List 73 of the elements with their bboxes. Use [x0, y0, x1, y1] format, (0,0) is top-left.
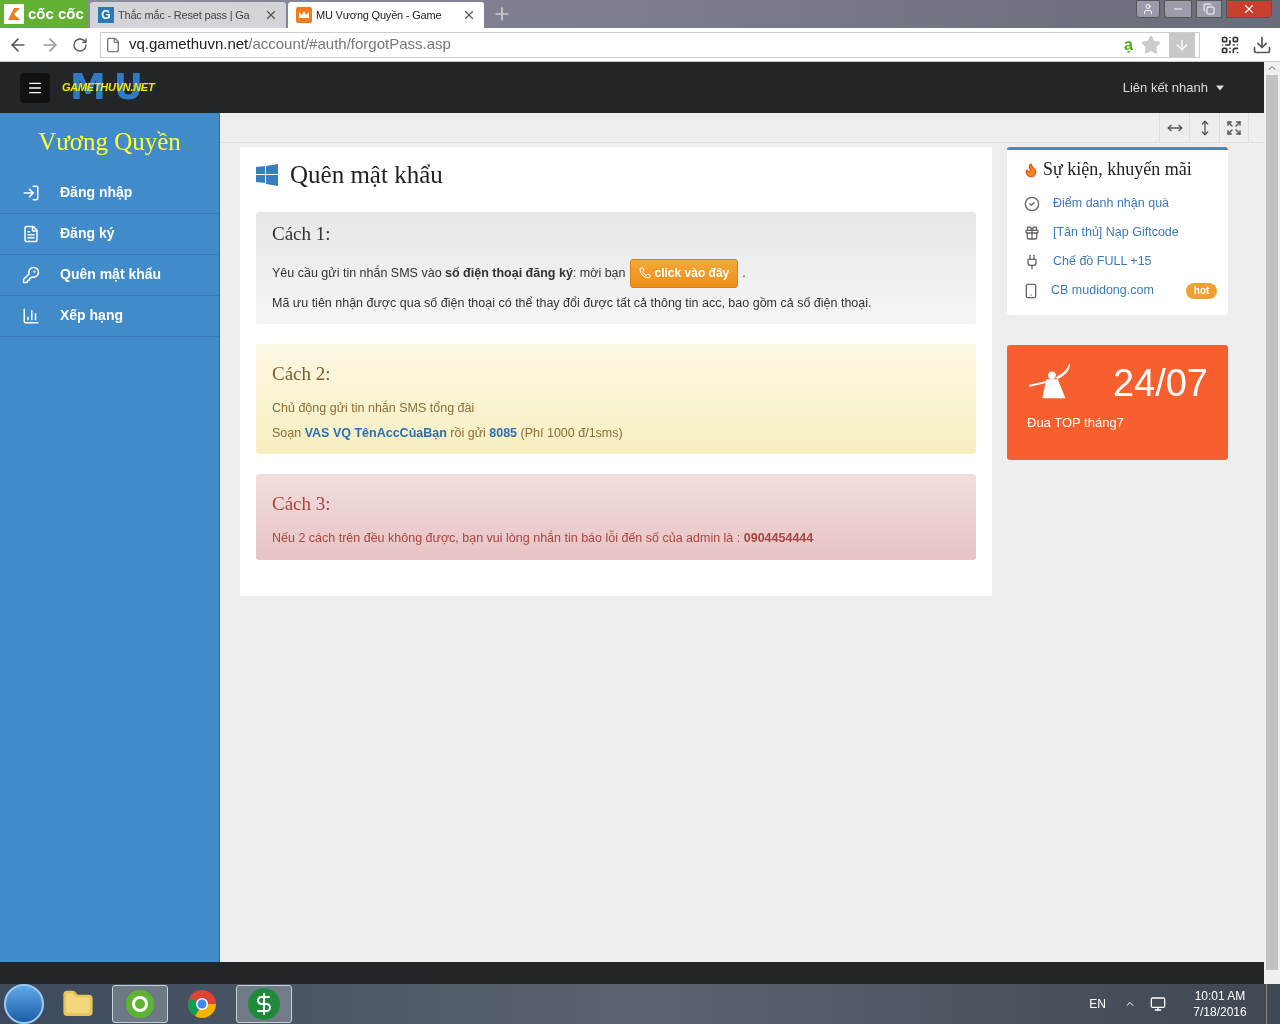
scrollbar[interactable]: [1264, 62, 1280, 984]
promo-date: 24/07: [1112, 363, 1208, 403]
extension-button[interactable]: ạ: [1124, 32, 1133, 57]
language-indicator[interactable]: EN: [1089, 995, 1106, 1013]
sidebar-title: Vương Quyền: [37, 127, 182, 157]
qr-code-icon[interactable]: [1220, 34, 1240, 55]
menu-button[interactable]: [20, 72, 50, 103]
quick-links-dropdown[interactable]: Liên kết nhanh: [1122, 77, 1224, 98]
sidebar-item[interactable]: Xếp hạng: [0, 295, 219, 337]
restore-icon: [1203, 3, 1215, 15]
user-icon: [1142, 3, 1154, 15]
coccoc-logo-icon: [4, 4, 24, 24]
network-icon[interactable]: [1150, 996, 1166, 1012]
method-text: Yêu cầu gửi tin nhắn SMS vào số điện thoại đăng ký: mời bạn: [272, 264, 626, 282]
taskbar-app[interactable]: [236, 985, 292, 1023]
close-icon[interactable]: [264, 8, 278, 22]
promo-tile[interactable]: 24/07 Đua TOP tháng7: [1007, 345, 1228, 460]
coc-coc-menu-button[interactable]: cốc cốc: [0, 0, 88, 28]
flame-icon: [1023, 161, 1039, 178]
address-field[interactable]: vq.gamethuvn.net/account/#auth/forgotPass.asp ạ: [100, 31, 1200, 58]
event-link[interactable]: Điểm danh nhận quà: [1053, 194, 1170, 213]
tab-title: MU Vương Quyền - Game: [316, 7, 443, 23]
method-text: Chủ động gửi tin nhắn SMS tổng đài: [272, 399, 476, 417]
caret-icon: [1216, 84, 1224, 91]
method-title: Cách 3:: [272, 492, 332, 517]
sidebar-item[interactable]: Đăng ký: [0, 213, 219, 255]
phone-icon: [638, 267, 651, 279]
close-icon[interactable]: [462, 8, 476, 22]
method-text: Nếu 2 cách trên đều không được, bạn vui lòng nhắn tin báo lỗi đến số của admin là : 0904454444: [272, 529, 815, 547]
sign-in-icon: [22, 183, 40, 202]
start-button[interactable]: [4, 984, 44, 1024]
browser-tab[interactable]: MU Vương Quyền - Game: [288, 2, 484, 28]
method-text: Mã ưu tiên nhận được qua số điện thoại có thể thay đổi được tất cả thông tin acc, bao gồm cả số điện thoại.: [272, 294, 873, 312]
fullscreen-button[interactable]: [1219, 113, 1249, 142]
page-title: Quên mật khẩu: [290, 160, 443, 191]
method-title: Cách 1:: [272, 222, 332, 246]
check-circle-icon: [1024, 195, 1040, 212]
event-link[interactable]: Chế đồ FULL +15: [1053, 252, 1152, 271]
fullscreen-icon: [1226, 119, 1242, 136]
close-button[interactable]: [1226, 0, 1272, 18]
method-text: .: [742, 264, 746, 282]
browser-icon: [124, 988, 156, 1020]
method-text: Soạn VAS VQ TênAccCủaBạn rồi gửi 8085 (Phí 1000 đ/1sms): [272, 424, 624, 442]
taskbar-app[interactable]: [112, 985, 168, 1023]
reload-icon[interactable]: [72, 36, 88, 53]
event-link[interactable]: [Tân thủ] Nạp Giftcode: [1053, 223, 1179, 242]
download-icon[interactable]: [1252, 34, 1272, 55]
tab-title: Thắc mắc - Reset pass | Ga: [118, 7, 251, 23]
close-icon: [1242, 2, 1256, 16]
page-icon: [105, 36, 121, 53]
hot-badge: hot: [1185, 282, 1218, 299]
profile-button[interactable]: [1136, 0, 1160, 18]
gift-icon: [1024, 224, 1040, 241]
plug-icon: [1024, 253, 1040, 270]
sidebar-item[interactable]: Quên mật khẩu: [0, 254, 219, 296]
chrome-icon: [186, 988, 218, 1020]
site-icon: G: [98, 7, 114, 23]
maximize-button[interactable]: [1196, 0, 1222, 18]
browser-tab[interactable]: G Thắc mắc - Reset pass | Ga: [90, 2, 286, 28]
promo-caption: Đua TOP tháng7: [1027, 414, 1125, 432]
bar-chart-icon: [22, 306, 40, 325]
key-icon: [22, 265, 40, 284]
clock[interactable]: 10:01 AM 7/18/2016: [1180, 988, 1260, 1020]
crown-icon: [296, 7, 312, 23]
windows-logo-icon: [256, 164, 278, 186]
phone-icon: [1023, 282, 1039, 299]
star-icon[interactable]: [1141, 34, 1161, 55]
document-icon: [22, 224, 40, 243]
method-title: Cách 2:: [272, 362, 332, 387]
event-link[interactable]: CB mudidong.com: [1051, 281, 1154, 300]
minimize-button[interactable]: [1164, 0, 1192, 18]
events-title: Sự kiện, khuyến mãi: [1043, 158, 1192, 181]
sidebar-item[interactable]: Đăng nhập: [0, 172, 219, 214]
